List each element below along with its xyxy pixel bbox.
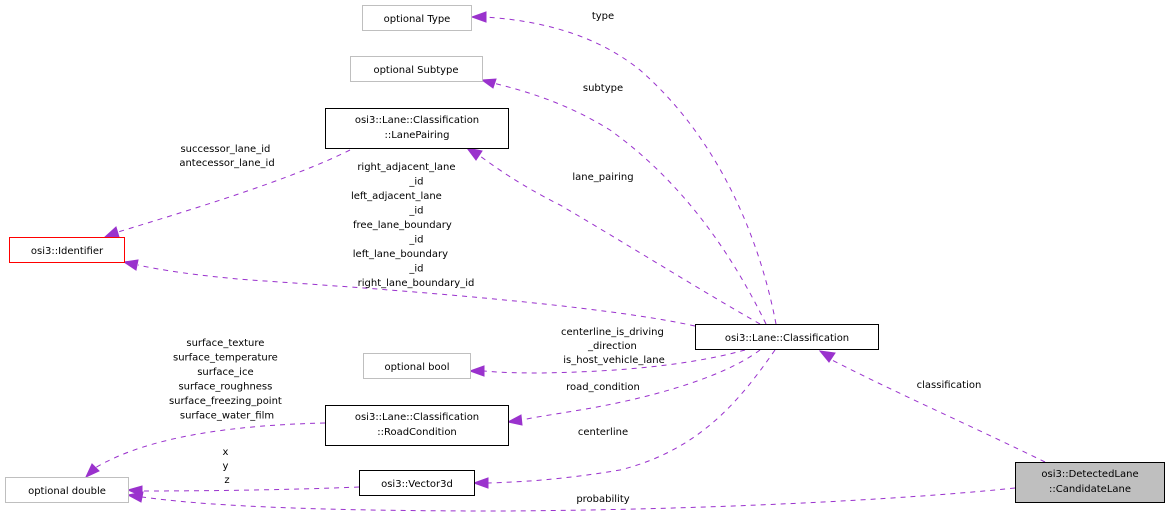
edge-identifier-classification: right_adjacent_lane _id left_adjacent_la…: [122, 162, 696, 327]
svg-text:osi3::DetectedLane: osi3::DetectedLane: [1041, 469, 1138, 480]
arrowhead-icon: [84, 463, 100, 479]
arrowhead-icon: [480, 78, 497, 89]
node-classification[interactable]: osi3::Lane::Classification: [695, 324, 879, 350]
edge-label-road-condition: road_condition: [566, 382, 640, 393]
node-optional-subtype[interactable]: optional Subtype: [350, 56, 483, 82]
collaboration-diagram: type subtype lane_pairing successor_lane…: [5, 5, 1165, 512]
arrowhead-icon: [470, 11, 487, 23]
node-vector3d[interactable]: osi3::Vector3d: [359, 470, 475, 496]
svg-text:::CandidateLane: ::CandidateLane: [1049, 484, 1131, 495]
node-lane-pairing[interactable]: osi3::Lane::Classification ::LanePairing: [325, 108, 509, 149]
edge-label-xyz: x y z: [222, 447, 231, 486]
svg-text:osi3::Lane::Classification: osi3::Lane::Classification: [355, 412, 479, 423]
edge-label-centerline: centerline: [578, 427, 628, 438]
arrowhead-icon: [818, 350, 836, 363]
svg-text:::LanePairing: ::LanePairing: [385, 130, 450, 141]
svg-text:osi3::Lane::Classification: osi3::Lane::Classification: [725, 333, 849, 344]
svg-text:optional bool: optional bool: [384, 362, 449, 373]
edge-label-lane-pairing: lane_pairing: [572, 172, 633, 183]
edge-label-subtype: subtype: [583, 83, 623, 94]
edge-label-surface-fields: surface_texture surface_temperature surf…: [169, 338, 285, 422]
edge-label-optional-bool: centerline_is_driving _direction is_host…: [561, 327, 667, 366]
arrowhead-icon: [122, 259, 139, 271]
arrowhead-icon: [506, 414, 523, 426]
edge-type: type: [470, 11, 777, 325]
node-optional-type[interactable]: optional Type: [362, 5, 472, 31]
svg-text:optional Type: optional Type: [384, 14, 451, 25]
edge-label-identifier-fields: right_adjacent_lane _id left_adjacent_la…: [351, 162, 474, 289]
node-candidate-lane: osi3::DetectedLane ::CandidateLane: [1015, 462, 1165, 503]
edge-identifier-lane-pairing: successor_lane_id antecessor_lane_id: [103, 144, 351, 238]
arrowhead-icon: [468, 365, 485, 377]
node-optional-bool[interactable]: optional bool: [363, 353, 471, 379]
arrowhead-icon: [472, 477, 489, 489]
svg-text:osi3::Identifier: osi3::Identifier: [31, 246, 104, 257]
arrowhead-icon: [465, 147, 483, 161]
svg-text:::RoadCondition: ::RoadCondition: [377, 427, 457, 438]
edge-label-successor: successor_lane_id antecessor_lane_id: [179, 144, 274, 169]
arrowhead-icon: [103, 226, 120, 238]
edge-lane-pairing: lane_pairing: [465, 147, 761, 325]
node-optional-double[interactable]: optional double: [5, 477, 129, 503]
svg-text:optional Subtype: optional Subtype: [373, 65, 458, 76]
svg-text:osi3::Lane::Classification: osi3::Lane::Classification: [355, 115, 479, 126]
edge-label-type: type: [592, 11, 614, 22]
arrowhead-icon: [126, 491, 144, 503]
svg-text:osi3::Vector3d: osi3::Vector3d: [381, 479, 453, 490]
node-identifier[interactable]: osi3::Identifier: [9, 237, 125, 263]
edge-label-probability: probability: [576, 494, 629, 505]
svg-text:optional double: optional double: [28, 486, 106, 497]
node-road-condition[interactable]: osi3::Lane::Classification ::RoadConditi…: [325, 405, 509, 446]
edge-classification: classification: [818, 350, 1046, 463]
edge-vector3d-double: x y z: [126, 447, 360, 497]
edge-subtype: subtype: [480, 78, 767, 325]
edge-road-condition-double: surface_texture surface_temperature surf…: [84, 338, 326, 479]
edge-label-classification: classification: [917, 380, 982, 391]
edge-probability: probability: [126, 487, 1016, 512]
